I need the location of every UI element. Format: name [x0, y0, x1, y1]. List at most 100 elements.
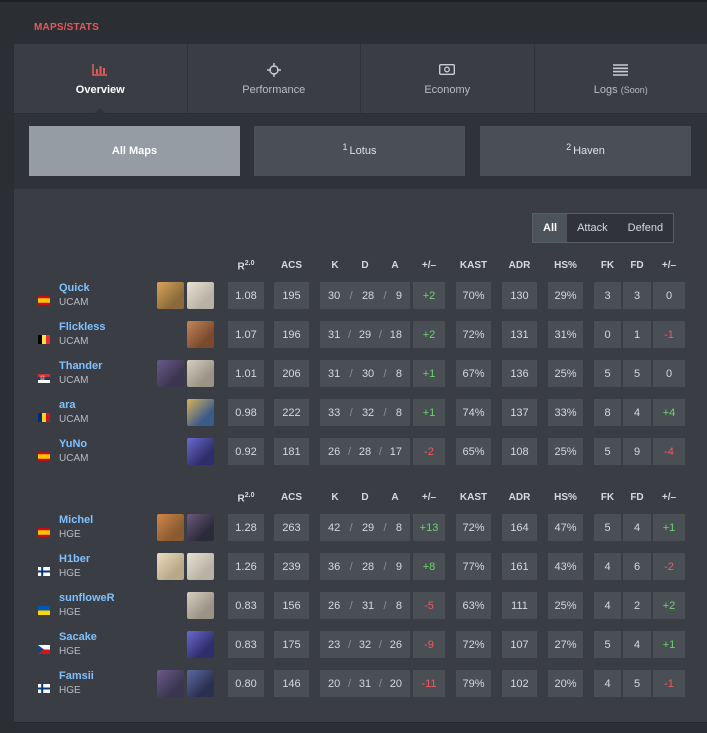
stat-d: 32 [358, 638, 372, 651]
stat-kda: 33 / 32 / 8 [320, 399, 410, 426]
tab-label: Overview [75, 83, 125, 96]
stat-r: 0.80 [228, 670, 264, 697]
stat-r: 1.28 [228, 514, 264, 541]
column-header-acs: ACS [280, 492, 303, 503]
stat-a: 18 [389, 328, 402, 341]
player-name-link[interactable]: Michel [59, 514, 93, 526]
player-name-link[interactable]: H1ber [59, 553, 90, 565]
filter-attack[interactable]: Attack [567, 214, 618, 242]
stat-acs: 181 [274, 438, 309, 465]
player-row: YuNo UCAM 0.92 181 26 / 28 / 17 -2 65% 108 25% 5 9 -4 [14, 438, 707, 468]
player-name-link[interactable]: Famsii [59, 670, 94, 682]
stat-pm: +2 [413, 321, 445, 348]
stat-adr: 111 [502, 592, 537, 619]
player-name-link[interactable]: sunfloweR [59, 592, 115, 604]
column-header-rating: R2.0 [237, 492, 255, 505]
column-header-kast: KAST [459, 492, 488, 503]
money-icon [439, 62, 456, 78]
filter-all[interactable]: All [533, 214, 568, 242]
stat-pm: +13 [413, 514, 445, 541]
stat-fd: 6 [623, 553, 651, 580]
stat-a: 9 [395, 560, 402, 573]
stat-hs: 20% [548, 670, 583, 697]
player-name-link[interactable]: Quick [59, 282, 90, 294]
player-row: Sacake HGE 0.83 175 23 / 32 / 26 -9 72% 107 27% 5 4 +1 [14, 631, 707, 661]
stat-fkpm: -1 [653, 670, 685, 697]
tab-performance[interactable]: Performance [188, 44, 361, 113]
stat-a: 8 [395, 367, 402, 380]
stat-adr: 102 [502, 670, 537, 697]
stat-fkpm: 0 [653, 360, 685, 387]
tab-logs[interactable]: Logs (Soon) [535, 44, 707, 113]
stat-fk: 3 [594, 282, 621, 309]
tab-economy[interactable]: Economy [361, 44, 535, 113]
stat-fk: 5 [594, 514, 621, 541]
tab-label: Performance [242, 83, 306, 96]
stat-a: 8 [395, 599, 402, 612]
stat-hs: 47% [548, 514, 583, 541]
filter-defend[interactable]: Defend [618, 214, 673, 242]
column-header-hs: HS% [554, 492, 577, 503]
stat-adr: 131 [502, 321, 537, 348]
stat-fk: 0 [594, 321, 621, 348]
stat-fd: 1 [623, 321, 651, 348]
map-label: All Maps [111, 145, 158, 157]
map-number: 1 [342, 142, 348, 152]
map-lotus-button[interactable]: 1 Lotus [254, 126, 465, 176]
stat-r: 1.01 [228, 360, 264, 387]
stat-d: 28 [361, 560, 375, 573]
stat-d: 28 [361, 289, 375, 302]
agent-portrait-icon [187, 514, 214, 541]
flag-icon-ua [38, 602, 50, 615]
crosshair-icon [266, 62, 281, 78]
stat-kda: 23 / 32 / 26 [320, 631, 410, 658]
player-row: Thander UCAM 1.01 206 31/30/8 +1 67% 136 25% 5 5 0 [14, 360, 707, 390]
flag-icon-fi [38, 563, 50, 576]
stat-pm: +1 [413, 360, 445, 387]
stat-fd: 4 [623, 631, 651, 658]
stat-kda: 26 / 28 / 17 [320, 438, 410, 465]
kda-separator: / [383, 521, 387, 534]
stat-acs: 156 [274, 592, 309, 619]
stat-pm: +2 [413, 282, 445, 309]
map-all-button[interactable]: All Maps [29, 126, 240, 176]
column-header-fd: FD [630, 260, 644, 271]
map-number: 2 [566, 142, 572, 152]
player-name-link[interactable]: Thander [59, 360, 102, 372]
column-header-rating: R2.0 [237, 260, 255, 273]
column-header-k: K [331, 492, 339, 503]
agent-portrait-icon [187, 360, 214, 387]
player-row: sunfloweR HGE 0.83 156 26 / 31 / 8 -5 63% 111 25% 4 2 +… [14, 592, 707, 622]
tab-overview[interactable]: Overview [14, 44, 188, 114]
stats-tabs: Overview Performance Economy Logs (Soon) [14, 44, 707, 114]
column-header-adr: ADR [508, 492, 531, 503]
player-team: HGE [59, 607, 81, 618]
player-name-link[interactable]: Sacake [59, 631, 97, 643]
agent-portrait-icon [187, 282, 214, 309]
kda-separator: / [349, 406, 353, 419]
player-row: ara UCAM 0.98 222 33/32/8 +1 74% 137 33% 8 4 +4 [14, 399, 707, 429]
stat-fd: 4 [623, 399, 651, 426]
column-header-k: K [331, 260, 339, 271]
map-haven-button[interactable]: 2 Haven [480, 126, 691, 176]
player-name-link[interactable]: Flickless [59, 321, 105, 333]
tab-label: Economy [424, 83, 471, 96]
stat-fd: 2 [623, 592, 651, 619]
stat-a: 8 [395, 406, 402, 419]
stat-acs: 206 [274, 360, 309, 387]
map-label: Lotus [349, 145, 377, 157]
stat-d: 30 [361, 367, 375, 380]
stat-adr: 161 [502, 553, 537, 580]
kda-separator: / [348, 638, 352, 651]
column-header-a: A [391, 492, 399, 503]
stat-acs: 196 [274, 321, 309, 348]
player-name-link[interactable]: ara [59, 399, 76, 411]
stat-k: 42 [328, 521, 341, 534]
stat-fk: 5 [594, 438, 621, 465]
kda-separator: / [348, 328, 352, 341]
stat-pm: -11 [413, 670, 445, 697]
stat-adr: 164 [502, 514, 537, 541]
player-name-link[interactable]: YuNo [59, 438, 87, 450]
stat-kast: 72% [456, 514, 491, 541]
stat-hs: 27% [548, 631, 583, 658]
